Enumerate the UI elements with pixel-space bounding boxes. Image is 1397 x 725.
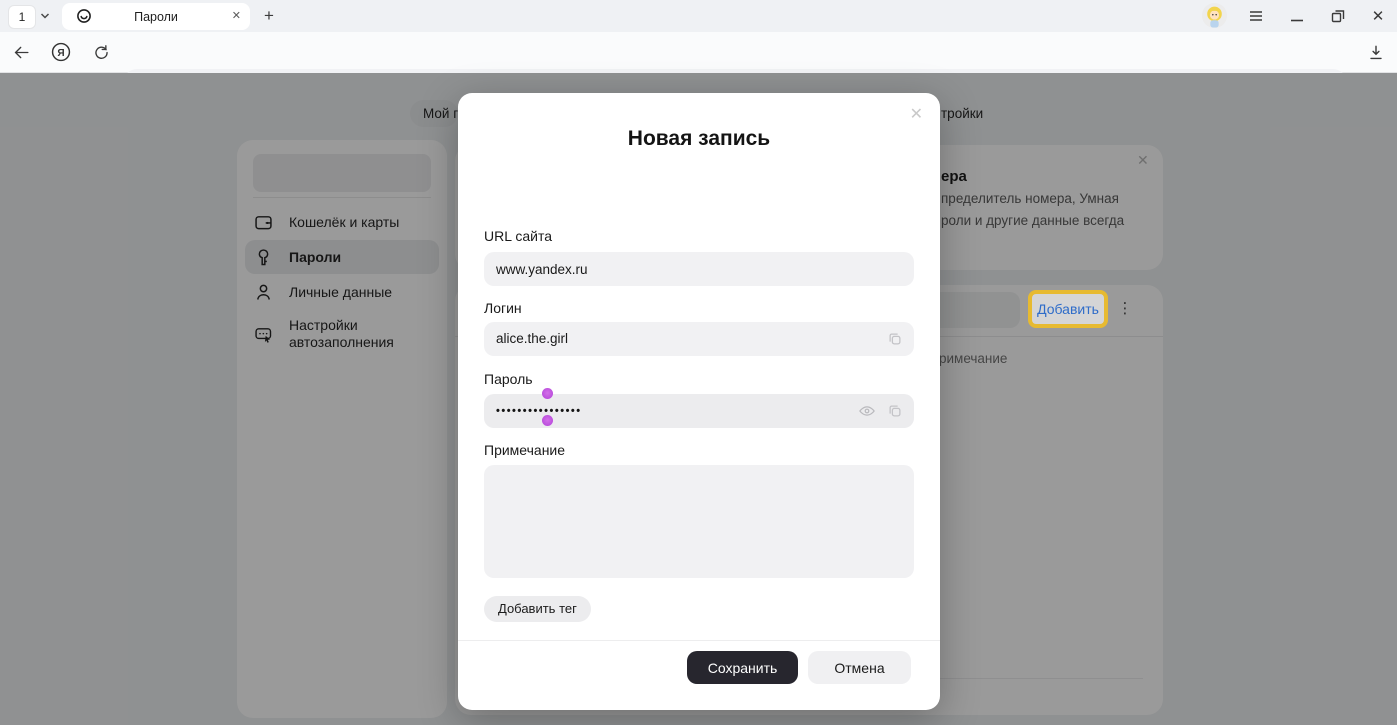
show-password-eye-icon[interactable] bbox=[858, 403, 876, 419]
yandex-home-icon[interactable]: Я bbox=[50, 41, 72, 63]
text-selection-handle-top[interactable] bbox=[542, 388, 553, 399]
tab-close-icon[interactable]: ✕ bbox=[232, 9, 241, 23]
url-input[interactable] bbox=[484, 252, 914, 286]
dialog-title: Новая запись bbox=[458, 127, 940, 151]
login-field-label: Логин bbox=[484, 300, 522, 316]
new-entry-dialog: ✕ Новая запись URL сайта Логин alice.the… bbox=[458, 93, 940, 710]
add-tag-button[interactable]: Добавить тег bbox=[484, 596, 591, 622]
browser-toolbar: Я personal Пароли ⋯ bbox=[0, 32, 1397, 73]
browser-window: 1 Пароли ✕ + bbox=[0, 0, 1397, 725]
tab-counter-button[interactable]: 1 bbox=[8, 5, 36, 29]
dialog-close-icon[interactable]: ✕ bbox=[908, 102, 925, 126]
password-field-label: Пароль bbox=[484, 371, 533, 387]
save-button[interactable]: Сохранить bbox=[687, 651, 798, 684]
back-icon[interactable] bbox=[12, 43, 31, 62]
close-window-icon[interactable]: ✕ bbox=[1369, 6, 1387, 26]
note-field-label: Примечание bbox=[484, 442, 565, 458]
copy-icon[interactable] bbox=[886, 402, 904, 420]
footer-divider bbox=[458, 640, 940, 641]
profile-avatar[interactable] bbox=[1202, 3, 1227, 28]
cancel-button[interactable]: Отмена bbox=[808, 651, 911, 684]
text-selection-handle-bottom[interactable] bbox=[542, 415, 553, 426]
tab-title: Пароли bbox=[62, 10, 250, 24]
password-masked-value: •••••••••••••••• bbox=[496, 394, 582, 428]
copy-icon[interactable] bbox=[886, 330, 904, 348]
tab-passwords[interactable]: Пароли ✕ bbox=[62, 3, 250, 30]
chevron-down-icon[interactable] bbox=[38, 9, 52, 23]
downloads-icon[interactable] bbox=[1366, 43, 1386, 63]
reload-icon[interactable] bbox=[92, 43, 111, 62]
svg-text:Я: Я bbox=[57, 48, 64, 59]
tab-bar: 1 Пароли ✕ + bbox=[0, 0, 1397, 32]
note-textarea[interactable] bbox=[484, 465, 914, 578]
url-field-label: URL сайта bbox=[484, 228, 552, 244]
add-password-button-highlighted[interactable]: Добавить bbox=[1028, 290, 1108, 328]
new-tab-button[interactable]: + bbox=[257, 4, 281, 28]
minimize-window-icon[interactable] bbox=[1290, 8, 1304, 24]
browser-menu-icon[interactable] bbox=[1248, 8, 1264, 24]
login-value: alice.the.girl bbox=[496, 322, 568, 356]
restore-window-icon[interactable] bbox=[1330, 8, 1346, 24]
login-input[interactable]: alice.the.girl bbox=[484, 322, 914, 356]
